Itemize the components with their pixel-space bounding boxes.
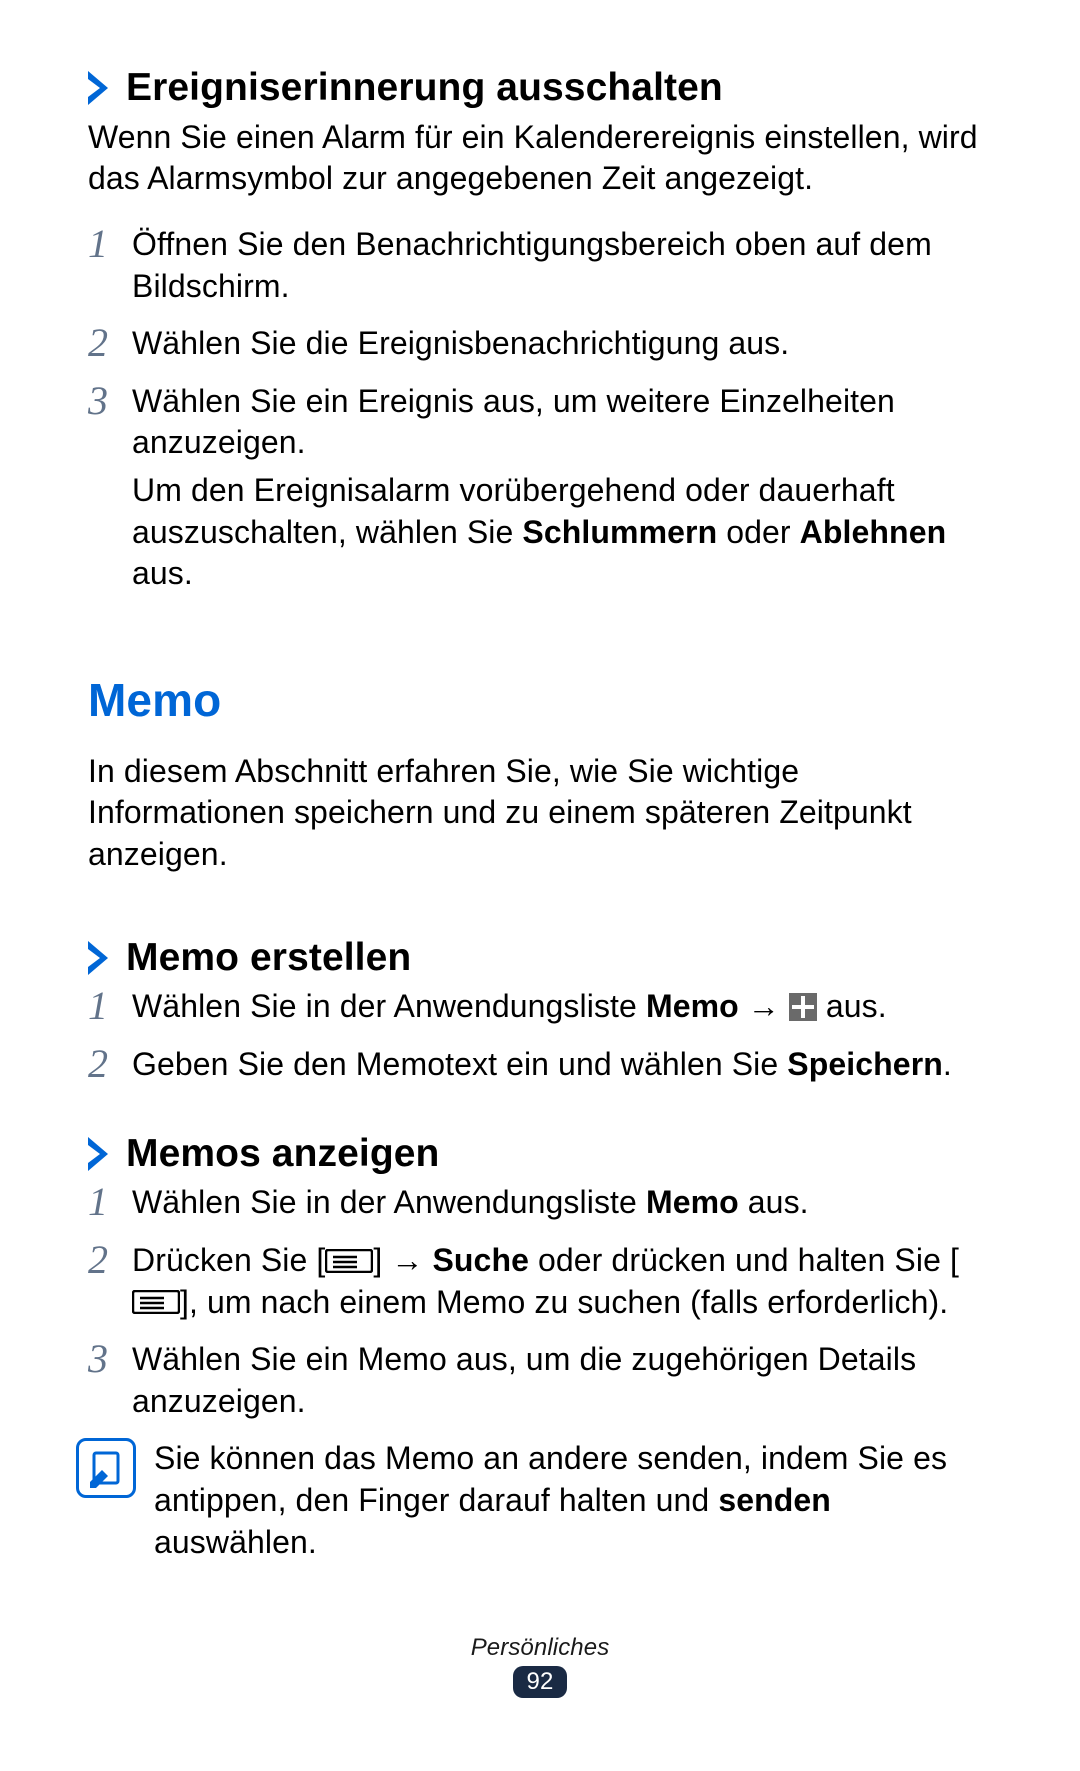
chevron-right-icon [88,941,112,975]
segment: oder drücken und halten Sie [ [529,1242,959,1278]
bold: Schlummern [522,514,717,550]
bold: senden [718,1482,831,1518]
bold: Speichern [787,1046,943,1082]
step-text: Öffnen Sie den Benachrichtigungsbereich … [132,224,992,307]
segment: Geben Sie den Memotext ein und wählen Si… [132,1046,787,1082]
bold: Memo [646,988,739,1024]
step-item: 1 Wählen Sie in der Anwendungsliste Memo… [88,986,992,1028]
subsection-title: Memos anzeigen [126,1132,439,1177]
chevron-right-icon [88,71,112,105]
intro-paragraph: In diesem Abschnitt erfahren Sie, wie Si… [88,751,992,876]
segment: Drücken Sie [ [132,1242,325,1278]
footer-category: Persönliches [0,1634,1080,1662]
segment: . [943,1046,952,1082]
step-item: 2 Drücken Sie [ ] → Suche oder drücken un… [88,1240,992,1323]
step-list: 1 Wählen Sie in der Anwendungsliste Memo… [88,1182,992,1422]
intro-paragraph: Wenn Sie einen Alarm für ein Kalenderere… [88,117,992,200]
step-number: 2 [88,1240,132,1280]
step-text: Wählen Sie in der Anwendungsliste Memo →… [132,986,992,1028]
segment: aus. [739,1184,809,1220]
step-text: Wählen Sie in der Anwendungsliste Memo a… [132,1182,992,1224]
segment: ] → [373,1242,432,1278]
step-number: 2 [88,1044,132,1084]
section-title: Memo [88,673,992,727]
step-item: 2 Geben Sie den Memotext ein und wählen … [88,1044,992,1086]
segment: Wählen Sie in der Anwendungsliste [132,988,646,1024]
page-footer: Persönliches 92 [0,1634,1080,1698]
step-number: 1 [88,224,132,264]
plus-icon [789,993,817,1021]
step-number: 1 [88,986,132,1026]
step-text: Wählen Sie ein Memo aus, um die zugehöri… [132,1339,992,1422]
segment: auswählen. [154,1524,317,1560]
segment: oder [717,514,799,550]
subsection-title: Memo erstellen [126,936,411,981]
menu-icon [132,1290,180,1314]
step-item: 3 Wählen Sie ein Memo aus, um die zugehö… [88,1339,992,1422]
document-page: Ereigniserinnerung ausschalten Wenn Sie … [0,0,1080,1563]
page-number-badge: 92 [513,1666,568,1698]
step-text: Drücken Sie [ ] → Suche oder drücken und … [132,1240,992,1323]
step-number: 1 [88,1182,132,1222]
bold: Suche [432,1242,529,1278]
step-text-segment: Wählen Sie ein Ereignis aus, um weitere … [132,383,895,461]
step-item: 2 Wählen Sie die Ereignisbenachrichtigun… [88,323,992,365]
subsection-title: Ereigniserinnerung ausschalten [126,66,723,111]
note-icon [76,1438,136,1498]
step-extra: Um den Ereignisalarm vorübergehend oder … [132,470,992,595]
segment: aus. [132,555,193,591]
step-number: 3 [88,1339,132,1379]
note-box: Sie können das Memo an andere senden, in… [88,1438,992,1563]
bold: Memo [646,1184,739,1220]
menu-icon [325,1249,373,1273]
segment: → [739,988,789,1024]
segment: aus. [817,988,887,1024]
segment: ], um nach einem Memo zu suchen (falls e… [180,1284,948,1320]
bold: Ablehnen [800,514,947,550]
subsection-heading: Memos anzeigen [88,1132,992,1177]
step-item: 1 Wählen Sie in der Anwendungsliste Memo… [88,1182,992,1224]
step-list: 1 Wählen Sie in der Anwendungsliste Memo… [88,986,992,1085]
step-text: Wählen Sie die Ereignisbenachrichtigung … [132,323,992,365]
step-text: Wählen Sie ein Ereignis aus, um weitere … [132,381,992,595]
segment: Wählen Sie in der Anwendungsliste [132,1184,646,1220]
step-item: 3 Wählen Sie ein Ereignis aus, um weiter… [88,381,992,595]
subsection-heading: Ereigniserinnerung ausschalten [88,66,992,111]
step-item: 1 Öffnen Sie den Benachrichtigungsbereic… [88,224,992,307]
note-text: Sie können das Memo an andere senden, in… [154,1438,992,1563]
step-number: 3 [88,381,132,421]
step-text: Geben Sie den Memotext ein und wählen Si… [132,1044,992,1086]
chevron-right-icon [88,1137,112,1171]
step-list: 1 Öffnen Sie den Benachrichtigungsbereic… [88,224,992,595]
step-number: 2 [88,323,132,363]
subsection-heading: Memo erstellen [88,936,992,981]
